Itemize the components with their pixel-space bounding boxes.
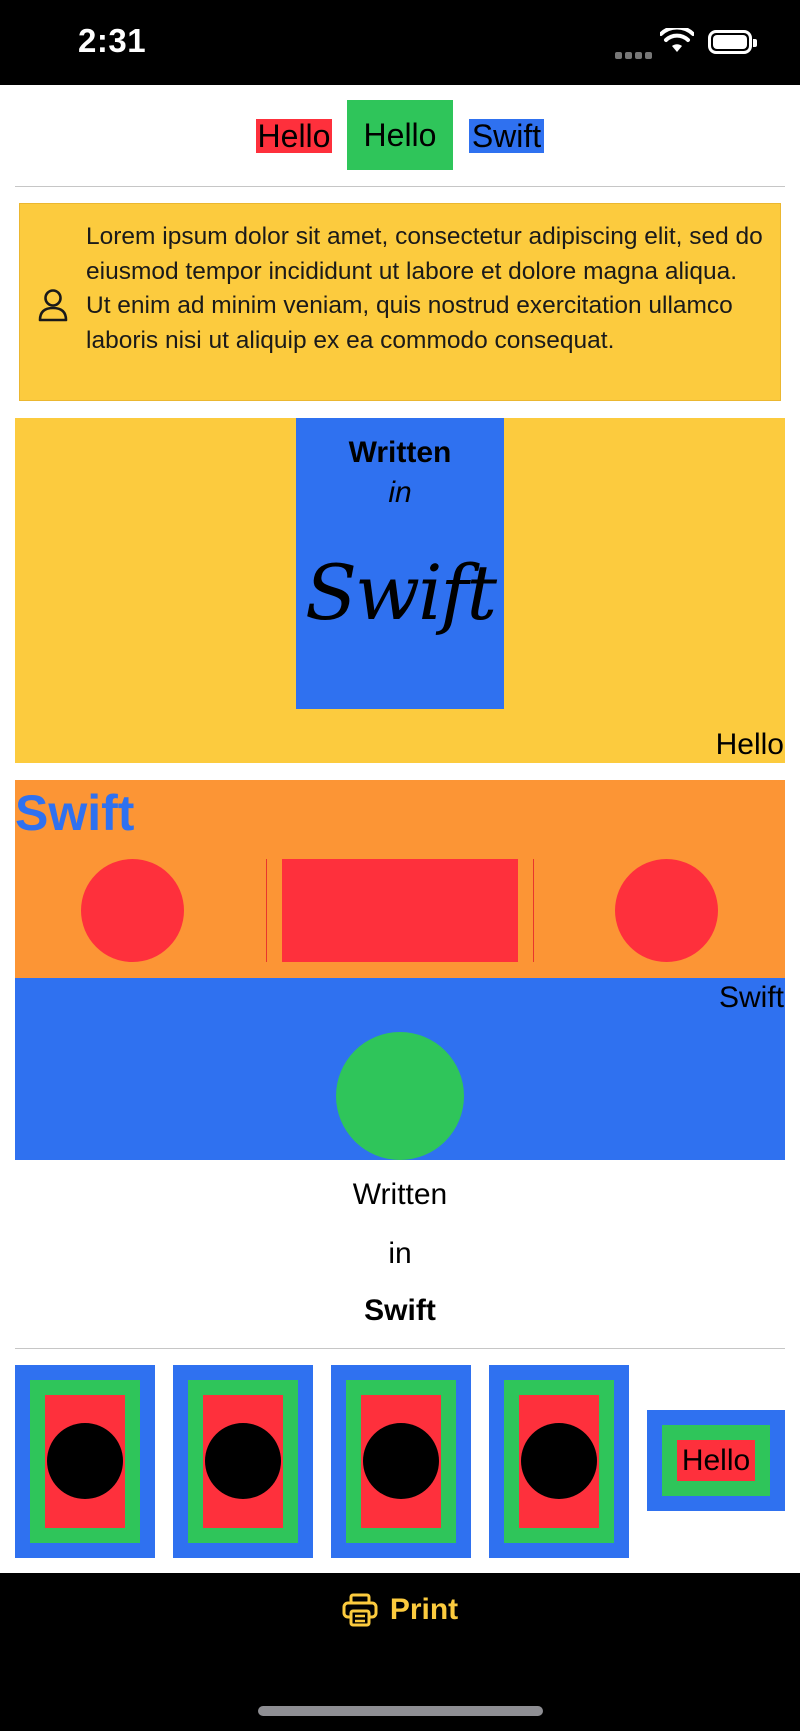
red-circle-left	[81, 859, 184, 962]
black-circle	[47, 1423, 123, 1499]
cellular-signal-icon	[615, 46, 655, 64]
nested-card-1	[15, 1365, 155, 1558]
callout-box: Lorem ipsum dolor sit amet, consectetur …	[19, 203, 781, 401]
swift-title: Swift	[15, 785, 135, 841]
wifi-icon	[660, 28, 694, 52]
written-label: Written	[348, 436, 452, 469]
stack-swift: Swift	[364, 1294, 436, 1327]
green-circle	[336, 1032, 464, 1160]
in-label: in	[388, 476, 412, 509]
divider-line-right	[533, 859, 534, 962]
black-circle	[521, 1423, 597, 1499]
nested-card-hello: Hello	[647, 1410, 785, 1511]
small-card-label: Hello	[677, 1440, 755, 1481]
person-icon	[38, 289, 68, 322]
print-button[interactable]: Print	[0, 1590, 800, 1630]
status-time: 2:31	[78, 22, 147, 59]
divider	[15, 1348, 785, 1349]
written-in-swift-card: Written in Swift	[296, 418, 504, 709]
black-circle	[205, 1423, 281, 1499]
swift-script-label: Swift	[304, 548, 497, 637]
divider	[15, 186, 785, 187]
status-bar: 2:31	[0, 0, 800, 85]
red-circle-right	[615, 859, 718, 962]
battery-icon	[708, 30, 757, 54]
callout-text: Lorem ipsum dolor sit amet, consectetur …	[86, 223, 763, 354]
divider-line-left	[266, 859, 267, 962]
black-circle	[363, 1423, 439, 1499]
swift-corner-label: Swift	[718, 981, 784, 1014]
hello-chip-red: Hello	[256, 118, 332, 154]
printer-icon	[342, 1593, 378, 1627]
stack-in: in	[388, 1237, 412, 1270]
home-indicator[interactable]	[258, 1706, 543, 1716]
stack-written: Written	[352, 1178, 448, 1211]
hello-row: Hello Hello Swift	[0, 100, 800, 172]
red-rectangle	[282, 859, 518, 962]
hello-chip-green: Hello	[347, 100, 453, 170]
swift-chip-blue: Swift	[469, 119, 544, 153]
nested-card-4	[489, 1365, 629, 1558]
nested-card-3	[331, 1365, 471, 1558]
hello-corner-label: Hello	[715, 728, 784, 761]
nested-card-2	[173, 1365, 313, 1558]
print-label: Print	[389, 1593, 459, 1626]
